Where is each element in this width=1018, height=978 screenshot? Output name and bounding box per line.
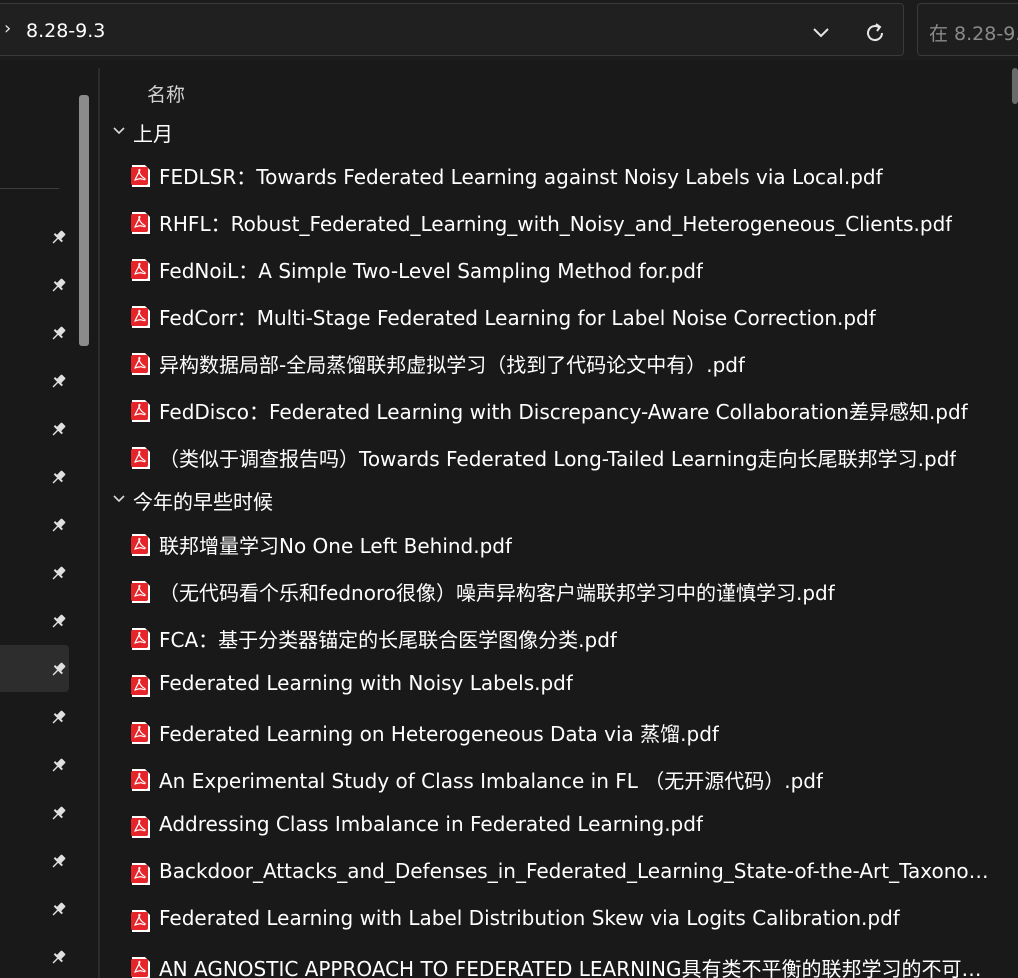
file-row[interactable]: （无代码看个乐和fednoro很像）噪声异构客户端联邦学习中的谨慎学习.pdf: [130, 574, 990, 614]
nav-scrollbar[interactable]: [79, 95, 89, 346]
file-name: FedDisco：Federated Learning with Discrep…: [159, 400, 968, 424]
file-row[interactable]: 异构数据局部-全局蒸馏联邦虚拟学习（找到了代码论文中有）.pdf: [130, 346, 990, 386]
pdf-file-icon: [131, 910, 150, 932]
address-bar[interactable]: › 8.28-9.3: [0, 3, 904, 56]
pdf-file-icon: [131, 165, 150, 187]
file-name: Federated Learning on Heterogeneous Data…: [159, 722, 719, 746]
pin-icon[interactable]: [48, 324, 68, 344]
file-name: Federated Learning with Label Distributi…: [159, 906, 900, 930]
pin-icon[interactable]: [48, 756, 68, 776]
pdf-file-icon: [131, 816, 150, 838]
file-row[interactable]: RHFL：Robust_Federated_Learning_with_Nois…: [130, 205, 990, 245]
file-row[interactable]: 联邦增量学习No One Left Behind.pdf: [130, 527, 990, 567]
pdf-file-icon: [131, 212, 150, 234]
pin-icon[interactable]: [48, 516, 68, 536]
file-name: 异构数据局部-全局蒸馏联邦虚拟学习（找到了代码论文中有）.pdf: [159, 353, 746, 377]
group-label: 上月: [133, 122, 173, 146]
file-row[interactable]: FedDisco：Federated Learning with Discrep…: [130, 393, 990, 433]
file-name: An Experimental Study of Class Imbalance…: [159, 769, 824, 793]
nav-divider: [0, 188, 59, 189]
group-label: 今年的早些时候: [133, 490, 273, 514]
search-input[interactable]: 在 8.28-9.3 中搜索: [917, 3, 1018, 56]
pdf-file-icon: [131, 628, 150, 650]
pdf-file-icon: [131, 675, 150, 697]
pin-icon[interactable]: [48, 948, 68, 968]
file-name: AN AGNOSTIC APPROACH TO FEDERATED LEARNI…: [159, 957, 991, 978]
pdf-file-icon: [131, 581, 150, 603]
file-row[interactable]: FedNoiL：A Simple Two-Level Sampling Meth…: [130, 252, 990, 292]
chevron-down-icon[interactable]: [806, 20, 836, 46]
file-name: （无代码看个乐和fednoro很像）噪声异构客户端联邦学习中的谨慎学习.pdf: [159, 581, 835, 605]
chevron-down-icon[interactable]: [110, 490, 128, 508]
pdf-file-icon: [131, 534, 150, 556]
pin-icon[interactable]: [48, 276, 68, 296]
file-row[interactable]: Addressing Class Imbalance in Federated …: [130, 809, 990, 849]
file-name: 联邦增量学习No One Left Behind.pdf: [159, 534, 513, 558]
pdf-file-icon: [131, 722, 150, 744]
pin-icon[interactable]: [48, 564, 68, 584]
file-row[interactable]: Federated Learning on Heterogeneous Data…: [130, 715, 990, 755]
file-name: FCA：基于分类器锚定的长尾联合医学图像分类.pdf: [159, 628, 617, 652]
file-name: Backdoor_Attacks_and_Defenses_in_Federat…: [159, 859, 991, 883]
pin-icon[interactable]: [48, 660, 68, 680]
pdf-file-icon: [131, 353, 150, 375]
file-list: 名称 上月 FEDLSR：Towards Federated Learning a…: [100, 60, 1018, 978]
file-row[interactable]: （类似于调查报告吗）Towards Federated Long-Tailed …: [130, 440, 990, 480]
file-row[interactable]: AN AGNOSTIC APPROACH TO FEDERATED LEARNI…: [130, 950, 991, 978]
file-row[interactable]: Federated Learning with Noisy Labels.pdf: [130, 668, 990, 708]
refresh-icon[interactable]: [860, 18, 890, 48]
pdf-file-icon: [131, 306, 150, 328]
pdf-file-icon: [131, 957, 150, 978]
file-row[interactable]: FEDLSR：Towards Federated Learning agains…: [130, 158, 990, 198]
breadcrumb-chevron[interactable]: ›: [4, 18, 11, 39]
file-row[interactable]: FCA：基于分类器锚定的长尾联合医学图像分类.pdf: [130, 621, 990, 661]
chevron-down-icon[interactable]: [110, 122, 128, 140]
file-name: （类似于调查报告吗）Towards Federated Long-Tailed …: [159, 447, 957, 471]
pdf-file-icon: [131, 447, 150, 469]
file-name: Addressing Class Imbalance in Federated …: [159, 812, 703, 836]
pin-icon[interactable]: [48, 900, 68, 920]
search-placeholder: 在 8.28-9.3 中搜索: [929, 23, 1018, 45]
file-name: RHFL：Robust_Federated_Learning_with_Nois…: [159, 212, 953, 236]
pin-icon[interactable]: [48, 420, 68, 440]
file-row[interactable]: An Experimental Study of Class Imbalance…: [130, 762, 990, 802]
file-name: Federated Learning with Noisy Labels.pdf: [159, 671, 573, 695]
pdf-file-icon: [131, 400, 150, 422]
file-row[interactable]: FedCorr：Multi-Stage Federated Learning f…: [130, 299, 990, 339]
pdf-file-icon: [131, 769, 150, 791]
pin-icon[interactable]: [48, 612, 68, 632]
top-bar: › 8.28-9.3 在 8.28-9.3 中搜索: [0, 0, 1018, 60]
content-scrollbar[interactable]: [1012, 68, 1018, 104]
column-header-name[interactable]: 名称: [147, 80, 185, 107]
pdf-file-icon: [131, 863, 150, 885]
pin-icon[interactable]: [48, 468, 68, 488]
pin-icon[interactable]: [48, 708, 68, 728]
breadcrumb-current-folder[interactable]: 8.28-9.3: [26, 20, 105, 42]
pin-icon[interactable]: [48, 228, 68, 248]
pdf-file-icon: [131, 259, 150, 281]
file-name: FedNoiL：A Simple Two-Level Sampling Meth…: [159, 259, 704, 283]
file-row[interactable]: Backdoor_Attacks_and_Defenses_in_Federat…: [130, 856, 991, 896]
file-row[interactable]: Federated Learning with Label Distributi…: [130, 903, 990, 943]
pin-icon[interactable]: [48, 804, 68, 824]
file-name: FEDLSR：Towards Federated Learning agains…: [159, 165, 883, 189]
pin-icon[interactable]: [48, 372, 68, 392]
pin-icon[interactable]: [48, 852, 68, 872]
file-name: FedCorr：Multi-Stage Federated Learning f…: [159, 306, 876, 330]
